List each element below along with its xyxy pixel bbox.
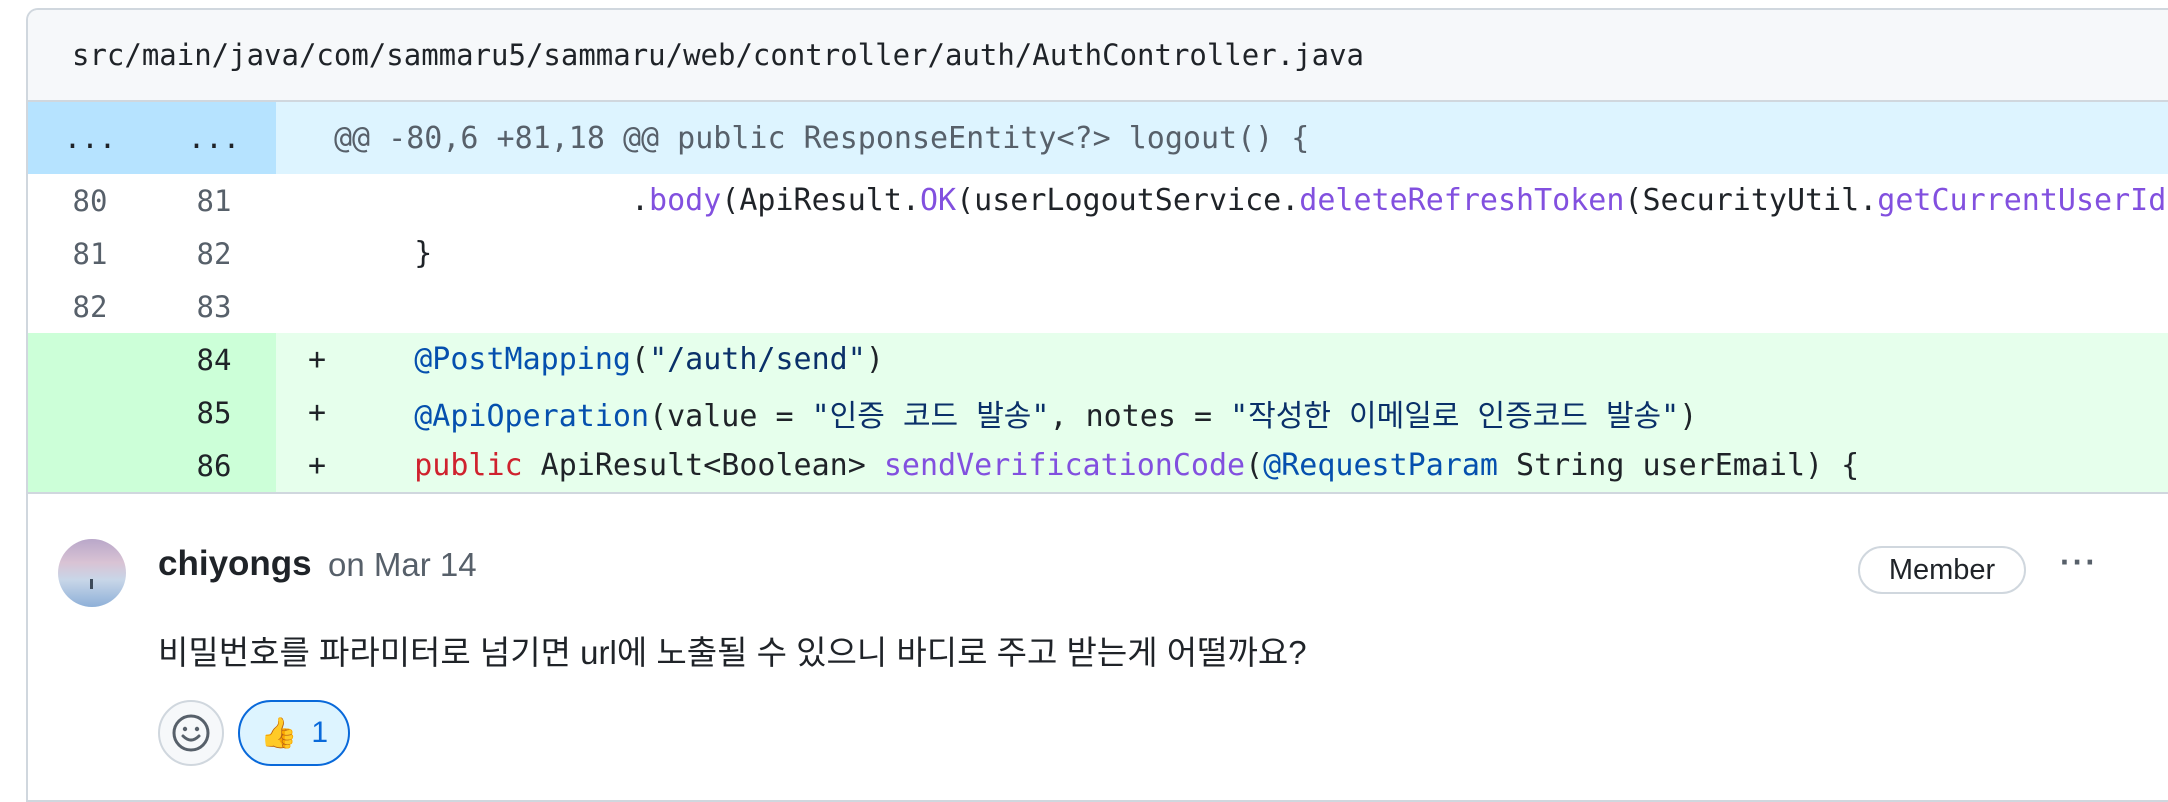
code-token: OK <box>919 183 957 218</box>
new-line-number[interactable]: 84 <box>152 333 276 386</box>
code-token: @ApiOperation <box>414 398 650 434</box>
code-token: @RequestParam <box>1263 448 1498 483</box>
code-token: public <box>414 448 523 483</box>
code-token: ) <box>1679 398 1698 434</box>
diff-sign: + <box>307 448 327 483</box>
code-token: String userEmail) { <box>1497 448 1860 483</box>
code-token: ApiResult<Boolean> <box>522 448 884 483</box>
old-line-number[interactable]: 82 <box>28 280 152 333</box>
code-token: @PostMapping <box>414 342 631 377</box>
comment-body: 비밀번호를 파라미터로 넘기면 url에 노출될 수 있으니 바디로 주고 받는… <box>158 634 1307 671</box>
old-line-number[interactable] <box>28 439 152 492</box>
comment-date[interactable]: on Mar 14 <box>328 546 477 584</box>
code-token: . <box>342 183 650 218</box>
code-token: ) <box>865 342 884 377</box>
diff-sign: + <box>307 342 327 377</box>
old-line-number[interactable] <box>28 333 152 386</box>
code-token: getCurrentUserId <box>1877 183 2167 218</box>
diff-line: 85 + @ApiOperation(value = "인증 코드 발송", no… <box>28 386 2168 439</box>
diff-line: 84 + @PostMapping("/auth/send") <box>28 333 2168 386</box>
more-options-icon[interactable]: ··· <box>2060 544 2098 581</box>
diff-line: 81 82 } <box>28 227 2168 280</box>
code-token: ( <box>1245 448 1264 483</box>
new-line-number[interactable]: 86 <box>152 439 276 492</box>
smiley-icon <box>172 714 210 752</box>
new-line-number[interactable]: 83 <box>152 280 276 333</box>
new-line-number[interactable]: 85 <box>152 386 276 439</box>
diff-lines: 80 81 .body(ApiResult.OK(userLogoutServic… <box>28 174 2168 492</box>
avatar[interactable] <box>58 539 126 607</box>
code-token: (SecurityUtil. <box>1624 183 1878 218</box>
code-token: "인증 코드 발송" <box>811 398 1050 434</box>
hunk-header-text: @@ -80,6 +81,18 @@ public ResponseEntity… <box>334 120 1310 156</box>
diff-line: 80 81 .body(ApiResult.OK(userLogoutServic… <box>28 174 2168 227</box>
code-token: ( <box>631 342 650 377</box>
code-content: public ApiResult<Boolean> sendVerificati… <box>342 448 2168 483</box>
diff-table: ... ... @@ -80,6 +81,18 @@ public Respon… <box>28 102 2168 492</box>
code-token: body <box>649 183 722 218</box>
code-content: @PostMapping("/auth/send") <box>342 342 2168 377</box>
add-reaction-button[interactable] <box>158 700 224 766</box>
file-path[interactable]: src/main/java/com/sammaru5/sammaru/web/c… <box>72 38 1364 72</box>
code-content: .body(ApiResult.OK(userLogoutService.del… <box>342 183 2168 218</box>
code-content: @ApiOperation(value = "인증 코드 발송", notes … <box>342 391 2168 435</box>
comment-author[interactable]: chiyongs <box>158 544 312 584</box>
code-token: sendVerificationCode <box>883 448 1246 483</box>
code-token: , notes = <box>1049 398 1231 434</box>
code-token: "/auth/send" <box>649 342 866 377</box>
code-content: } <box>342 236 2168 271</box>
code-token: "작성한 이메일로 인증코드 발송" <box>1230 398 1680 434</box>
member-badge: Member <box>1858 546 2026 594</box>
file-header: src/main/java/com/sammaru5/sammaru/web/c… <box>28 10 2168 102</box>
code-token: deleteRefreshToken <box>1299 183 1625 218</box>
code-token: (userLogoutService. <box>956 183 1300 218</box>
review-comment: chiyongs on Mar 14 Member ··· 비밀번호를 파라미터… <box>28 492 2168 794</box>
hunk-header-row: ... ... @@ -80,6 +81,18 @@ public Respon… <box>28 102 2168 174</box>
diff-line: 86 + public ApiResult<Boolean> sendVerifi… <box>28 439 2168 492</box>
expand-up-button[interactable]: ... <box>28 102 152 174</box>
thumbs-up-reaction-button[interactable]: 👍 1 <box>238 700 350 766</box>
reaction-count: 1 <box>311 716 329 749</box>
old-line-number[interactable] <box>28 386 152 439</box>
old-line-number[interactable]: 81 <box>28 227 152 280</box>
new-line-number[interactable]: 82 <box>152 227 276 280</box>
thumbs-up-icon: 👍 <box>259 716 298 750</box>
avatar-figure <box>90 579 93 589</box>
diff-sign: + <box>307 395 327 430</box>
new-line-number[interactable]: 81 <box>152 174 276 227</box>
diff-line: 82 83 <box>28 280 2168 333</box>
code-token: } <box>342 236 433 271</box>
diff-comment-card: src/main/java/com/sammaru5/sammaru/web/c… <box>26 8 2168 802</box>
code-token: (ApiResult. <box>721 183 920 218</box>
expand-down-button[interactable]: ... <box>152 102 276 174</box>
old-line-number[interactable]: 80 <box>28 174 152 227</box>
code-token: (value = <box>649 398 812 434</box>
